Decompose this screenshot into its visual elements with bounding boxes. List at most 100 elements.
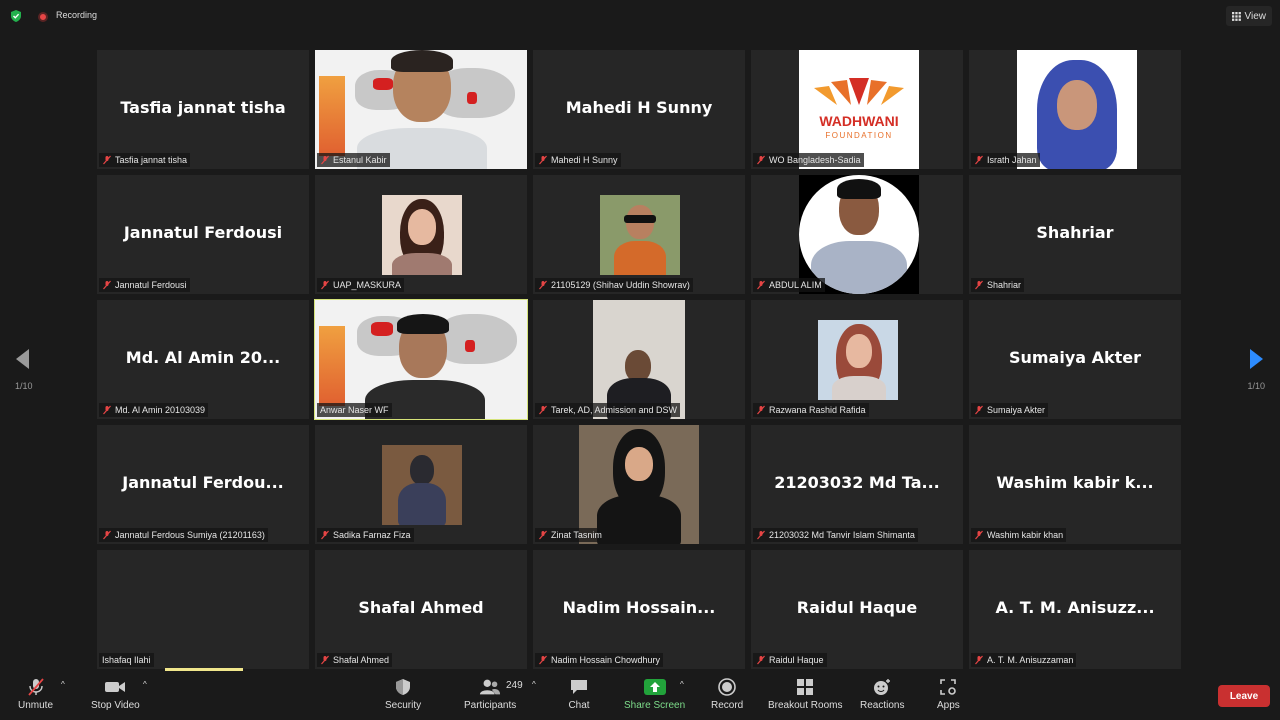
active-speaker-tile[interactable]: Anwar Naser WF [314, 299, 528, 420]
participant-name-tag: Ishafaq Ilahi [99, 653, 154, 667]
participant-name-tag: 21203032 Md Tanvir Islam Shimanta [753, 528, 918, 542]
participant-name-tag: Md. Al Amin 20103039 [99, 403, 209, 417]
participant-name-tag: Estanul Kabir [317, 153, 390, 167]
apps-icon [937, 678, 959, 696]
participant-tile[interactable]: Estanul Kabir [315, 50, 527, 169]
participant-display-name: Sumaiya Akter [1008, 348, 1142, 367]
participant-display-name: A. T. M. Anisuzz... [995, 598, 1155, 617]
unmute-button[interactable]: Unmute [18, 678, 53, 711]
mic-muted-icon [539, 155, 547, 165]
participant-tile[interactable]: Ishafaq Ilahi [97, 550, 309, 669]
video-camera-icon [104, 678, 126, 696]
participant-photo [593, 300, 685, 419]
participant-tile[interactable]: 21203032 Md Ta... 21203032 Md Tanvir Isl… [751, 425, 963, 544]
participant-name-tag: ABDUL ALIM [753, 278, 825, 292]
participant-tile[interactable]: Tasfia jannat tisha Tasfia jannat tisha [97, 50, 309, 169]
next-page-arrow-icon[interactable] [1247, 348, 1265, 370]
grid-view-icon [1231, 11, 1241, 21]
participant-tile[interactable]: Sumaiya Akter Sumaiya Akter [969, 300, 1181, 419]
encryption-shield-icon[interactable] [9, 9, 23, 23]
participant-name-tag: WO Bangladesh-Sadia [753, 153, 864, 167]
participant-tile[interactable]: Mahedi H Sunny Mahedi H Sunny [533, 50, 745, 169]
mic-muted-icon [975, 655, 983, 665]
logo-wordmark: WADHWANI [819, 113, 898, 129]
mic-muted-icon [757, 655, 765, 665]
participant-tile[interactable]: Razwana Rashid Rafida [751, 300, 963, 419]
participant-name-tag: Shahriar [971, 278, 1025, 292]
video-options-caret[interactable]: ^ [143, 680, 147, 689]
participant-name-tag: Raidul Haque [753, 653, 827, 667]
participant-tile[interactable]: A. T. M. Anisuzz... A. T. M. Anisuzzaman [969, 550, 1181, 669]
participants-icon [479, 678, 501, 696]
participant-tile[interactable]: Shahriar Shahriar [969, 175, 1181, 294]
participant-name-tag: 21105129 (Shihav Uddin Showrav) [535, 278, 693, 292]
meeting-toolbar: Unmute ^ Stop Video ^ Security Participa… [0, 672, 1280, 720]
participants-options-caret[interactable]: ^ [532, 680, 536, 689]
participant-name-tag: Tasfia jannat tisha [99, 153, 191, 167]
participants-count: 249 [506, 680, 523, 691]
participant-display-name: Shahriar [1036, 223, 1114, 242]
mic-muted-icon [103, 155, 111, 165]
participant-tile[interactable]: Sadika Farnaz Fiza [315, 425, 527, 544]
participant-name-tag: Razwana Rashid Rafida [753, 403, 869, 417]
mic-muted-icon [539, 405, 547, 415]
participant-tile[interactable]: UAP_MASKURA [315, 175, 527, 294]
participant-tile[interactable]: 21105129 (Shihav Uddin Showrav) [533, 175, 745, 294]
share-screen-arrow-icon [643, 678, 666, 696]
share-options-caret[interactable]: ^ [680, 680, 684, 689]
recording-label[interactable]: Recording [56, 10, 97, 20]
participant-name-tag: A. T. M. Anisuzzaman [971, 653, 1077, 667]
recording-dot-icon [38, 12, 48, 22]
security-shield-icon [392, 678, 414, 696]
smiley-plus-icon [871, 678, 893, 696]
apps-button[interactable]: Apps [937, 678, 960, 711]
security-button[interactable]: Security [385, 678, 421, 711]
participant-tile[interactable]: Jannatul Ferdousi Jannatul Ferdousi [97, 175, 309, 294]
chat-bubble-icon [568, 678, 590, 696]
wadhwani-logo: WADHWANI FOUNDATION [799, 50, 919, 169]
participant-tile[interactable]: Israth Jahan [969, 50, 1181, 169]
participant-tile[interactable]: Shafal Ahmed Shafal Ahmed [315, 550, 527, 669]
view-button[interactable]: View [1225, 6, 1272, 26]
stop-video-button[interactable]: Stop Video [91, 678, 140, 711]
participant-tile[interactable]: Jannatul Ferdou... Jannatul Ferdous Sumi… [97, 425, 309, 544]
audio-options-caret[interactable]: ^ [61, 680, 65, 689]
mic-muted-icon [321, 280, 329, 290]
participant-tile[interactable]: Tarek, AD, Admission and DSW [533, 300, 745, 419]
participant-name-tag: Sumaiya Akter [971, 403, 1049, 417]
mic-muted-icon [103, 280, 111, 290]
participant-tile[interactable]: WADHWANI FOUNDATION WO Bangladesh-Sadia [751, 50, 963, 169]
mic-muted-icon [757, 280, 765, 290]
participant-video [315, 300, 527, 419]
participant-display-name: Md. Al Amin 20... [125, 348, 281, 367]
mic-muted-icon [321, 155, 329, 165]
participant-tile[interactable]: Washim kabir k... Washim kabir khan [969, 425, 1181, 544]
reactions-button[interactable]: Reactions [860, 678, 904, 711]
participant-photo [382, 445, 462, 525]
participant-tile[interactable]: Raidul Haque Raidul Haque [751, 550, 963, 669]
previous-page-arrow-icon[interactable] [14, 348, 32, 370]
participant-name-tag: Sadika Farnaz Fiza [317, 528, 414, 542]
participant-tile[interactable]: Md. Al Amin 20... Md. Al Amin 20103039 [97, 300, 309, 419]
mic-muted-icon [103, 405, 111, 415]
participant-name-tag: Nadim Hossain Chowdhury [535, 653, 664, 667]
mic-muted-icon [539, 280, 547, 290]
breakout-rooms-button[interactable]: Breakout Rooms [768, 678, 842, 711]
participant-display-name: Tasfia jannat tisha [120, 98, 286, 117]
record-button[interactable]: Record [711, 678, 743, 711]
participant-name-tag: Jannatul Ferdousi [99, 278, 190, 292]
participant-display-name: 21203032 Md Ta... [774, 473, 940, 492]
mic-muted-icon [321, 530, 329, 540]
participant-display-name: Washim kabir k... [996, 473, 1154, 492]
leave-button[interactable]: Leave [1218, 685, 1270, 707]
mic-muted-icon [757, 155, 765, 165]
participant-display-name: Raidul Haque [796, 598, 918, 617]
active-tile-indicator [165, 668, 243, 671]
mic-muted-icon [975, 405, 983, 415]
participant-tile[interactable]: Nadim Hossain... Nadim Hossain Chowdhury [533, 550, 745, 669]
chat-button[interactable]: Chat [568, 678, 590, 711]
share-screen-button[interactable]: Share Screen [624, 678, 685, 711]
participant-tile[interactable]: ABDUL ALIM [751, 175, 963, 294]
participant-photo [382, 195, 462, 275]
participant-tile[interactable]: Zinat Tasnim [533, 425, 745, 544]
